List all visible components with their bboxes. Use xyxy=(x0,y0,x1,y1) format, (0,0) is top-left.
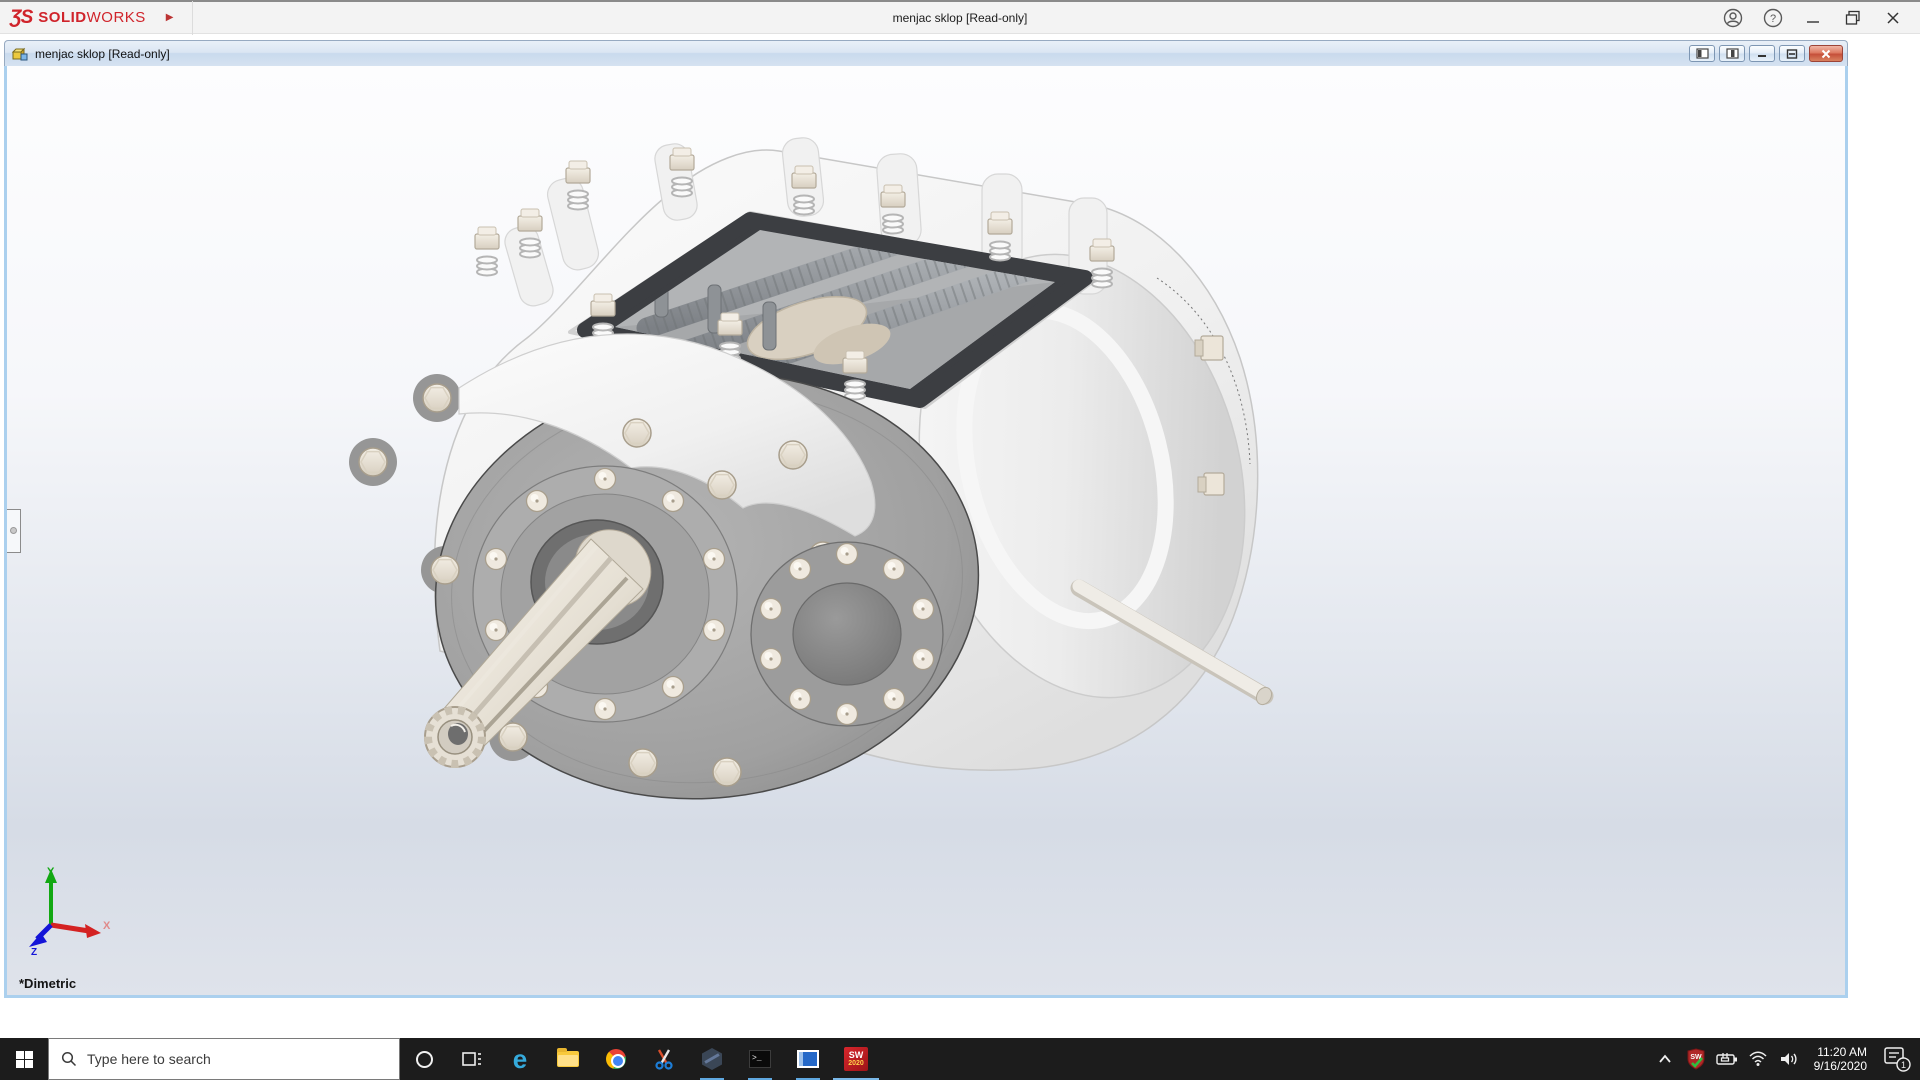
search-icon xyxy=(61,1051,77,1067)
start-button[interactable] xyxy=(0,1038,48,1080)
svg-text:1: 1 xyxy=(1901,1060,1906,1070)
taskbar-item-edge[interactable]: e xyxy=(496,1038,544,1080)
document-title: menjac sklop [Read-only] xyxy=(35,46,170,61)
tray-chevron-up-icon[interactable] xyxy=(1653,1045,1677,1073)
tray-solidworks-monitor-icon[interactable]: SW xyxy=(1684,1045,1708,1073)
taskbar-item-file-explorer[interactable] xyxy=(544,1038,592,1080)
app-title: menjac sklop [Read-only] xyxy=(892,10,1028,25)
3d-model-gearbox-assembly[interactable] xyxy=(7,66,1845,995)
command-prompt-icon: >_ xyxy=(749,1050,771,1068)
tray-date: 9/16/2020 xyxy=(1813,1059,1867,1073)
shift-fork[interactable] xyxy=(762,301,777,351)
taskbar-item-media-app[interactable] xyxy=(784,1038,832,1080)
taskbar-search[interactable]: Type here to search xyxy=(48,1038,400,1080)
restore-icon[interactable] xyxy=(1838,5,1868,31)
pane-tab-dot-icon xyxy=(10,527,17,534)
doc-close-button[interactable] xyxy=(1809,45,1843,62)
side-bolt[interactable] xyxy=(1194,335,1224,361)
taskbar-item-task-view[interactable] xyxy=(448,1038,496,1080)
assembly-document-icon xyxy=(11,47,28,60)
account-icon[interactable] xyxy=(1718,5,1748,31)
document-titlebar[interactable]: menjac sklop [Read-only] xyxy=(4,40,1848,66)
media-app-icon xyxy=(797,1050,819,1068)
edge-icon: e xyxy=(512,1044,528,1074)
orientation-triad: Y X Z xyxy=(29,866,111,955)
search-placeholder: Type here to search xyxy=(87,1051,211,1067)
taskbar-item-hexagon-app[interactable] xyxy=(688,1038,736,1080)
solidworks-logo[interactable]: ƷS SOLIDWORKS ▶ xyxy=(0,0,193,35)
tray-power-icon[interactable] xyxy=(1715,1045,1739,1073)
doc-minimize-button[interactable] xyxy=(1749,45,1775,62)
taskbar-item-cortana[interactable] xyxy=(400,1038,448,1080)
triad-x-label: X xyxy=(103,920,111,932)
hexagon-app-icon xyxy=(702,1048,722,1070)
side-access-cover[interactable] xyxy=(750,541,944,727)
graphics-viewport[interactable]: Y X Z *Dimetric xyxy=(4,66,1848,998)
app-window: ƷS SOLIDWORKS ▶ menjac sklop [Read-only]… xyxy=(0,0,1920,1080)
app-titlebar: ƷS SOLIDWORKS ▶ menjac sklop [Read-only]… xyxy=(0,0,1920,35)
menu-expand-arrow-icon[interactable]: ▶ xyxy=(166,12,174,23)
minimize-icon[interactable] xyxy=(1798,5,1828,31)
cortana-icon xyxy=(415,1050,433,1068)
titlebar-separator xyxy=(191,0,193,35)
notification-icon: 1 xyxy=(1884,1047,1911,1072)
taskbar-item-command-prompt[interactable]: >_ xyxy=(736,1038,784,1080)
chrome-icon xyxy=(606,1049,626,1069)
solidworks-mark-icon: ƷS xyxy=(10,6,33,28)
pane-left-button[interactable] xyxy=(1689,45,1715,62)
tray-volume-icon[interactable] xyxy=(1777,1045,1801,1073)
doc-maximize-button[interactable] xyxy=(1779,45,1805,62)
file-explorer-icon xyxy=(557,1048,579,1067)
solidworks-2020-icon: SW 2020 xyxy=(844,1047,868,1071)
snipping-tool-icon xyxy=(655,1049,673,1070)
splined-shaft-end[interactable] xyxy=(424,706,486,768)
action-center-button[interactable]: 1 xyxy=(1880,1045,1914,1073)
taskbar-item-chrome[interactable] xyxy=(592,1038,640,1080)
windows-logo-icon xyxy=(15,1050,33,1068)
document-window: menjac sklop [Read-only] Y X Z *Dimetric xyxy=(4,40,1848,998)
feature-tree-pane-tab[interactable] xyxy=(7,509,21,553)
solidworks-wordmark: SOLIDWORKS xyxy=(38,9,146,26)
taskbar-item-solidworks[interactable]: SW 2020 xyxy=(832,1038,880,1080)
close-icon[interactable] xyxy=(1878,5,1908,31)
triad-y-label: Y xyxy=(47,866,55,878)
help-icon[interactable]: ? xyxy=(1758,5,1788,31)
task-view-icon xyxy=(462,1052,481,1066)
windows-taskbar: Type here to search e >_ SW 2020 SW 11:2… xyxy=(0,1038,1920,1080)
svg-text:?: ? xyxy=(1770,13,1776,25)
tray-clock[interactable]: 11:20 AM 9/16/2020 xyxy=(1808,1045,1873,1073)
tray-time: 11:20 AM xyxy=(1817,1045,1867,1059)
view-orientation-label: *Dimetric xyxy=(19,976,77,991)
triad-z-label: Z xyxy=(31,947,37,955)
taskbar-item-snipping-tool[interactable] xyxy=(640,1038,688,1080)
tray-wifi-icon[interactable] xyxy=(1746,1045,1770,1073)
pane-right-button[interactable] xyxy=(1719,45,1745,62)
